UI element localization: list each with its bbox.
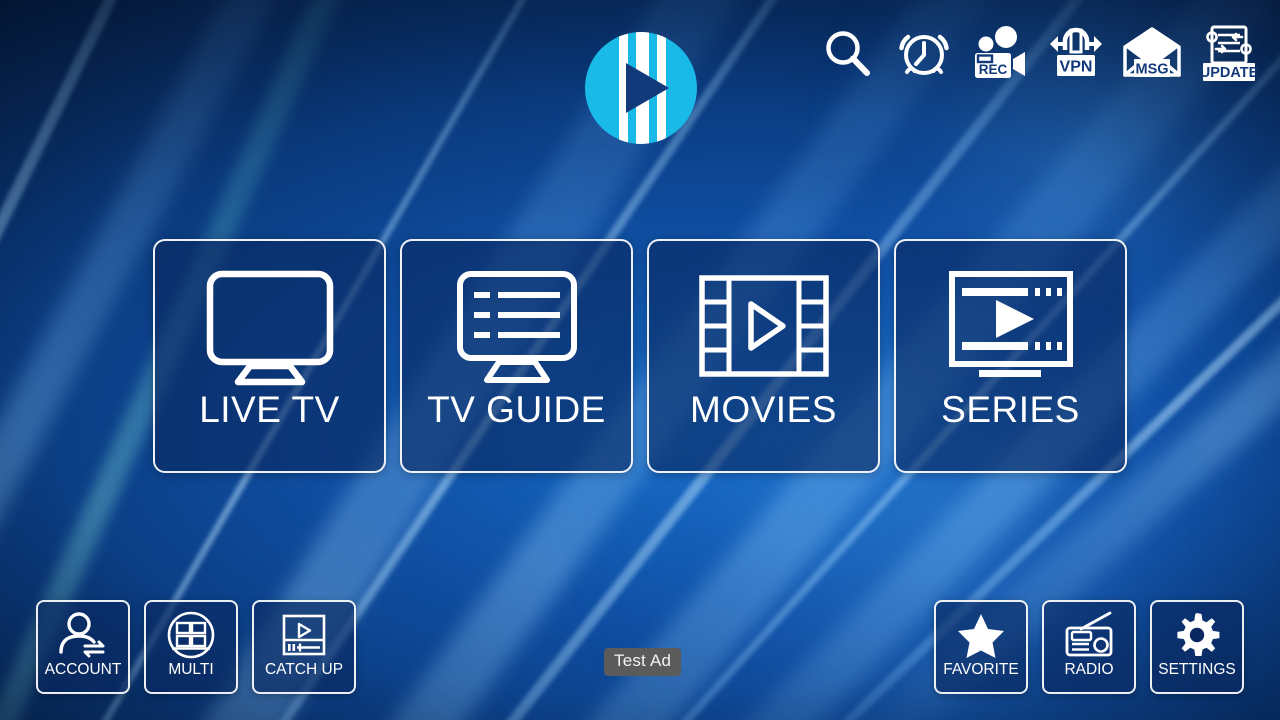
update-document-icon[interactable]: UPDATE [1192, 17, 1264, 91]
catch-up-player-icon [276, 610, 332, 660]
bottom-right-toolbar: FAVORITE RADIO SETTINGS [934, 600, 1244, 694]
tile-label-movies: MOVIES [690, 389, 837, 430]
gear-icon [1173, 610, 1221, 660]
settings-label: SETTINGS [1158, 661, 1236, 678]
catch-up-label: CATCH UP [264, 661, 344, 678]
bottom-left-toolbar: ACCOUNT MULTI CATCH UP [36, 600, 356, 694]
app-logo[interactable] [585, 32, 697, 144]
television-icon [195, 263, 345, 389]
alarm-clock-icon[interactable] [888, 17, 960, 91]
tile-label-tv-guide: TV GUIDE [427, 389, 606, 430]
main-menu: LIVE TV TV GUIDE MOVIES SERIES [153, 239, 1127, 473]
settings-button[interactable]: SETTINGS [1150, 600, 1244, 694]
top-icon-bar: REC VPN MSG UPDATE [812, 14, 1272, 94]
radio-label: RADIO [1064, 661, 1114, 678]
favorite-label: FAVORITE [943, 661, 1019, 678]
radio-icon [1062, 610, 1116, 660]
star-icon [956, 610, 1006, 660]
vpn-lock-icon[interactable]: VPN [1040, 17, 1112, 91]
tile-live-tv[interactable]: LIVE TV [153, 239, 386, 473]
multi-button[interactable]: MULTI [144, 600, 238, 694]
series-screen-play-icon [936, 263, 1086, 389]
account-switch-icon [55, 610, 111, 660]
tile-label-live-tv: LIVE TV [199, 389, 340, 430]
catch-up-button[interactable]: CATCH UP [252, 600, 356, 694]
tile-label-series: SERIES [941, 389, 1080, 430]
rec-icon-label: REC [979, 62, 1008, 77]
film-strip-play-icon [689, 263, 839, 389]
rec-camera-icon[interactable]: REC [964, 17, 1036, 91]
tile-tv-guide[interactable]: TV GUIDE [400, 239, 633, 473]
favorite-button[interactable]: FAVORITE [934, 600, 1028, 694]
multi-label: MULTI [168, 661, 214, 678]
home-screen: REC VPN MSG UPDATE LIVE TV TV GUIDE MOVI… [0, 0, 1280, 720]
test-ad-banner[interactable]: Test Ad [604, 648, 682, 676]
radio-button[interactable]: RADIO [1042, 600, 1136, 694]
vpn-icon-label: VPN [1060, 59, 1093, 76]
tile-series[interactable]: SERIES [894, 239, 1127, 473]
message-envelope-icon[interactable]: MSG [1116, 17, 1188, 91]
logo-play-triangle [626, 63, 669, 113]
multi-screen-icon [166, 610, 216, 660]
tile-movies[interactable]: MOVIES [647, 239, 880, 473]
tv-guide-list-icon [442, 263, 592, 389]
msg-icon-label: MSG [1135, 62, 1168, 78]
account-button[interactable]: ACCOUNT [36, 600, 130, 694]
account-label: ACCOUNT [44, 661, 122, 678]
search-icon[interactable] [812, 17, 884, 91]
update-icon-label: UPDATE [1200, 65, 1259, 81]
